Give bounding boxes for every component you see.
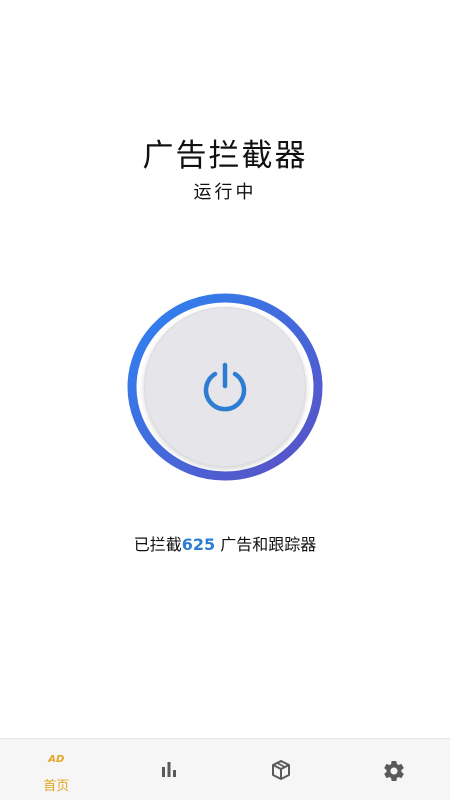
ad-logo-icon: AD [48,754,65,765]
blocked-suffix: 广告和跟踪器 [215,535,317,554]
bottom-tab-bar: AD 首页 [0,738,450,800]
tab-home-label: 首页 [43,779,70,794]
tab-statistics[interactable] [113,739,226,800]
tab-settings[interactable] [338,739,450,800]
blocked-summary: 已拦截625 广告和跟踪器 [0,531,450,555]
page-title: 广告拦截器 [142,138,308,174]
bar-chart-icon [161,762,176,777]
package-box-icon [272,760,291,780]
ad-blocker-screen: 广告拦截器 运行中 已拦截625 广告和跟踪器 AD 首页 [0,0,450,800]
power-icon [203,362,247,412]
power-toggle-button[interactable] [144,307,306,467]
gear-icon [384,761,404,782]
status-text: 运行中 [193,182,257,203]
blocked-count: 625 [181,535,216,554]
tab-home[interactable]: AD 首页 [0,739,113,800]
tab-package[interactable] [225,739,338,800]
power-control [126,293,324,481]
blocked-prefix: 已拦截 [133,535,182,554]
